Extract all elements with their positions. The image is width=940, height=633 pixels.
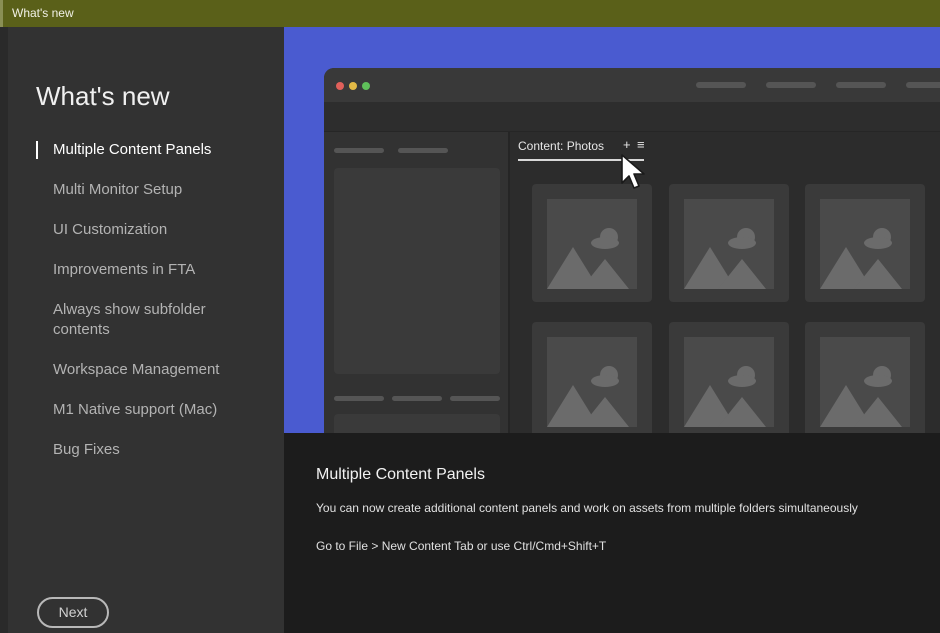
sidebar: What's new Multiple Content Panels Multi… [8, 27, 284, 633]
maximize-dot-icon [362, 82, 370, 90]
mockup-toolbar [324, 68, 940, 102]
feature-illustration: Content: Photos + ≡ [284, 27, 940, 433]
feature-item-improvements-fta[interactable]: Improvements in FTA [36, 260, 266, 280]
image-thumbnail [805, 184, 925, 302]
close-dot-icon [336, 82, 344, 90]
content-tab-label: Content: Photos [518, 139, 605, 153]
mockup-folder-tree [334, 168, 500, 374]
sidebar-heading: What's new [36, 81, 170, 111]
app-mockup: Content: Photos + ≡ [324, 68, 940, 433]
mockup-placeholder-bar [766, 82, 816, 88]
plus-icon: + [623, 137, 631, 152]
mockup-placeholder-bar [450, 396, 500, 401]
next-button[interactable]: Next [37, 597, 109, 628]
feature-title: Multiple Content Panels [316, 466, 485, 483]
image-thumbnail [532, 322, 652, 433]
mockup-placeholder-bar [836, 82, 886, 88]
mockup-lower-panel [334, 414, 500, 433]
feature-list: Multiple Content Panels Multi Monitor Se… [36, 140, 266, 480]
feature-item-workspace-management[interactable]: Workspace Management [36, 360, 266, 380]
feature-item-bug-fixes[interactable]: Bug Fixes [36, 440, 266, 460]
image-placeholder-icon [684, 337, 774, 427]
titlebar-edge [0, 0, 3, 27]
hamburger-menu-icon: ≡ [637, 137, 645, 152]
feature-item-ui-customization[interactable]: UI Customization [36, 220, 266, 240]
feature-item-multiple-content-panels[interactable]: Multiple Content Panels [36, 140, 266, 160]
mockup-content-panel: Content: Photos + ≡ [508, 132, 940, 433]
window-titlebar[interactable]: What's new [0, 0, 940, 27]
mockup-placeholder-bar [334, 148, 384, 153]
window-title: What's new [12, 6, 74, 20]
feature-description: You can now create additional content pa… [316, 501, 858, 515]
image-placeholder-icon [547, 199, 637, 289]
mouse-cursor-icon [621, 154, 645, 189]
feature-item-subfolder-contents[interactable]: Always show subfolder contents [36, 300, 216, 340]
mockup-placeholder-bar [696, 82, 746, 88]
image-thumbnail [805, 322, 925, 433]
minimize-dot-icon [349, 82, 357, 90]
feature-shortcut: Go to File > New Content Tab or use Ctrl… [316, 539, 607, 553]
image-placeholder-icon [820, 337, 910, 427]
feature-item-multi-monitor-setup[interactable]: Multi Monitor Setup [36, 180, 266, 200]
image-thumbnail [669, 322, 789, 433]
mockup-subbar [324, 102, 940, 132]
image-placeholder-icon [547, 337, 637, 427]
feature-item-m1-native-support[interactable]: M1 Native support (Mac) [36, 400, 266, 420]
mockup-placeholder-bar [906, 82, 940, 88]
image-thumbnail [532, 184, 652, 302]
mockup-placeholder-bar [334, 396, 384, 401]
image-placeholder-icon [684, 199, 774, 289]
image-thumbnail [669, 184, 789, 302]
window-left-edge [0, 27, 8, 633]
mockup-placeholder-bar [398, 148, 448, 153]
feature-description-panel: Multiple Content Panels You can now crea… [284, 433, 940, 633]
mockup-folders-panel [324, 132, 508, 433]
mockup-placeholder-bar [392, 396, 442, 401]
image-placeholder-icon [820, 199, 910, 289]
